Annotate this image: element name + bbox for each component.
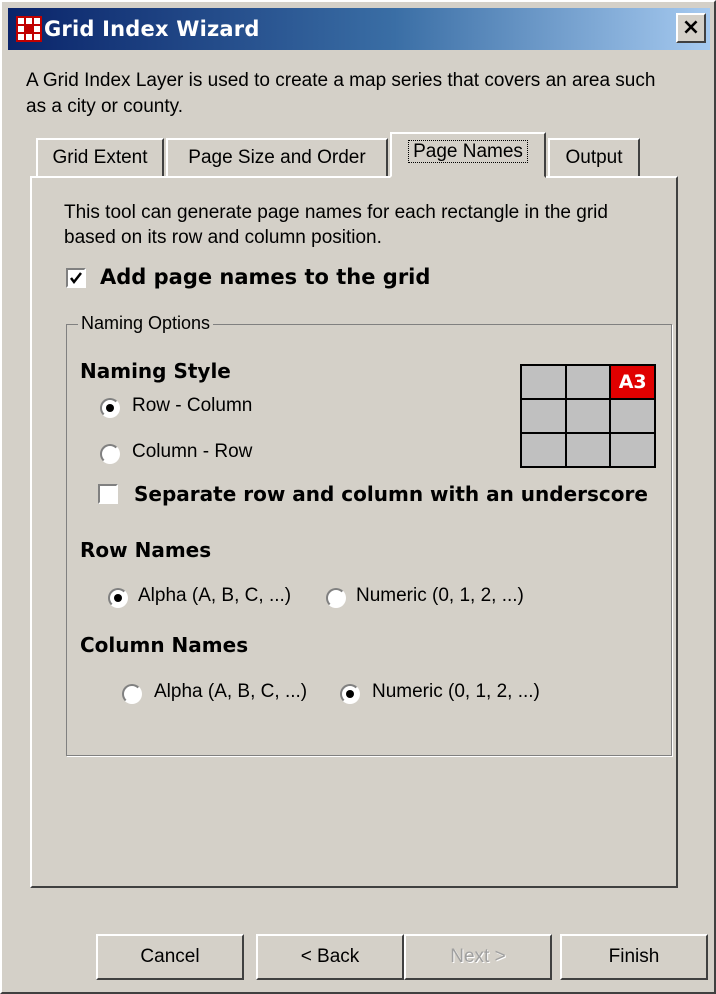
intro-text: A Grid Index Layer is used to create a m… [26,70,656,117]
column-names-alpha-label[interactable]: Alpha (A, B, C, ...) [154,681,307,703]
naming-style-column-row-radio[interactable] [100,444,120,464]
preview-cell [522,400,565,432]
tab-grid-extent[interactable]: Grid Extent [36,138,164,178]
naming-style-column-row-label[interactable]: Column - Row [132,441,252,463]
column-names-alpha-radio[interactable] [122,684,142,704]
cancel-button[interactable]: Cancel [96,934,244,980]
preview-cell [566,434,610,466]
row-names-heading: Row Names [80,538,212,562]
finish-button[interactable]: Finish [560,934,708,980]
underscore-checkbox[interactable] [98,484,118,504]
row-names-numeric-label[interactable]: Numeric (0, 1, 2, ...) [356,585,524,607]
tab-output[interactable]: Output [548,138,640,178]
row-names-numeric-radio[interactable] [326,588,346,608]
naming-preview-grid: A3 [520,364,656,468]
title-bar[interactable]: Grid Index Wizard × [8,8,710,50]
naming-style-row-column-radio[interactable] [100,398,120,418]
add-page-names-label[interactable]: Add page names to the grid [100,265,430,289]
column-names-numeric-label[interactable]: Numeric (0, 1, 2, ...) [372,681,540,703]
preview-cell-a3: A3 [611,366,654,398]
row-names-alpha-radio[interactable] [108,588,128,608]
preview-cell [522,434,565,466]
naming-style-heading: Naming Style [80,359,231,383]
add-page-names-checkbox[interactable] [66,268,86,288]
window-title: Grid Index Wizard [44,17,260,41]
preview-cell [566,400,610,432]
tab-label: Output [565,147,623,168]
row-names-alpha-label[interactable]: Alpha (A, B, C, ...) [138,585,291,607]
preview-cell [611,434,654,466]
tab-page-size-and-order[interactable]: Page Size and Order [166,138,388,178]
close-icon: × [681,15,701,40]
naming-style-row-column-label[interactable]: Row - Column [132,395,252,417]
back-button[interactable]: < Back [256,934,404,980]
checkmark-icon [70,272,82,285]
underscore-label[interactable]: Separate row and column with an undersco… [134,482,648,506]
column-names-numeric-radio[interactable] [340,684,360,704]
tab-page-names[interactable]: Page Names [390,132,546,178]
wizard-window: Grid Index Wizard × A Grid Index Layer i… [0,0,716,994]
tab-label: Grid Extent [52,147,148,168]
preview-cell [566,366,610,398]
tab-label: Page Size and Order [188,147,366,168]
panel-description: This tool can generate page names for ea… [64,202,608,248]
grid-index-icon [16,16,42,42]
tab-label: Page Names [408,140,528,163]
column-names-heading: Column Names [80,633,249,657]
close-button[interactable]: × [676,13,706,43]
naming-options-label: Naming Options [78,313,214,334]
next-button[interactable]: Next > [404,934,552,980]
preview-cell [522,366,565,398]
preview-cell [611,400,654,432]
